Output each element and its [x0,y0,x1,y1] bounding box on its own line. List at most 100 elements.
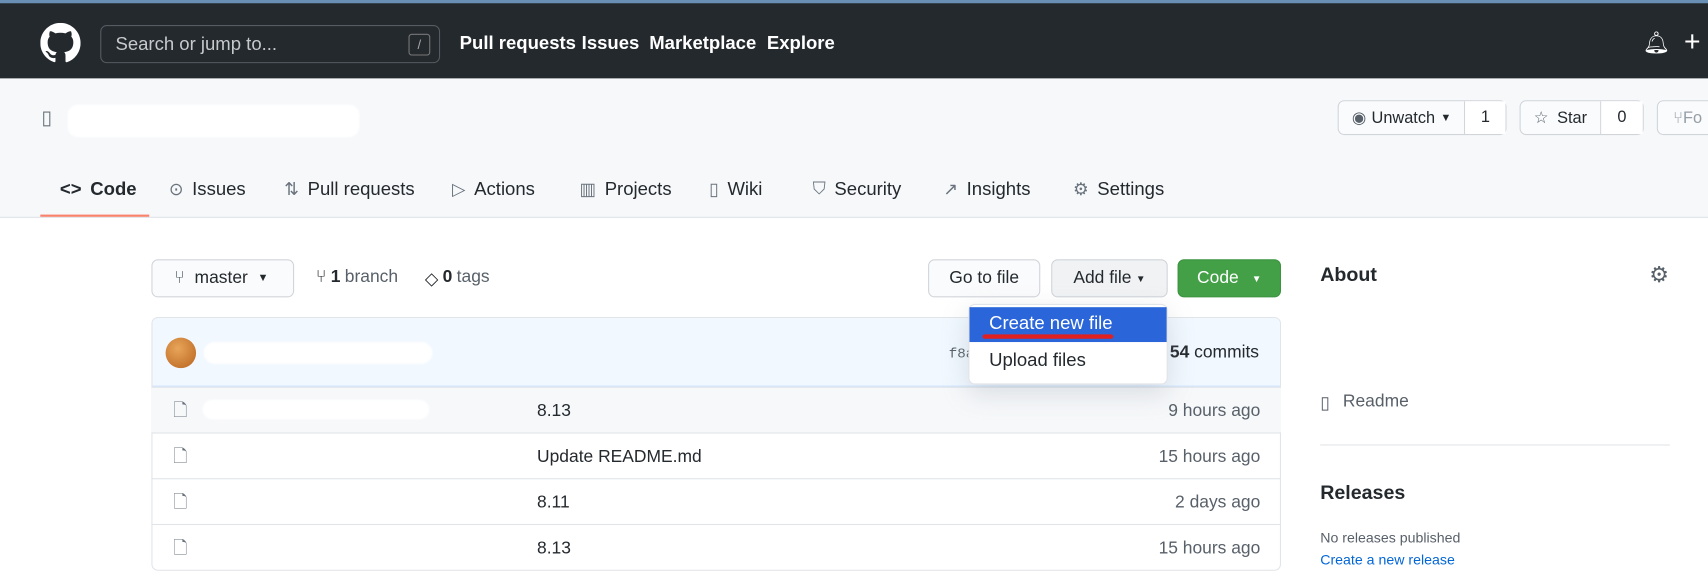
tab-pull-requests[interactable]: ⇅ Pull requests [284,179,414,201]
caret-down-icon: ▼ [1440,111,1452,124]
annotation-underline [982,334,1114,339]
bell-icon[interactable]: 🔔︎ [1643,29,1671,56]
watch-count[interactable]: 1 [1465,101,1506,134]
table-row[interactable]: 🗋 Update README.md 15 hours ago [151,432,1282,478]
branch-count: 1 [330,267,341,287]
tab-security[interactable]: ⛉ Security [813,179,902,201]
nav-pull-requests[interactable]: Pull requests [460,33,576,55]
star-button-group: ☆ Star 0 [1519,100,1644,136]
avatar[interactable] [165,337,197,369]
file-name-redacted[interactable] [202,399,430,420]
tab-label: Projects [604,178,672,200]
nav-marketplace[interactable]: Marketplace [649,33,756,55]
create-release-link[interactable]: Create a new release [1320,551,1455,567]
no-releases-text: No releases published [1320,529,1461,546]
commit-label: commits [1194,343,1260,362]
code-icon: <> [59,178,82,200]
commit-message[interactable]: 8.13 [537,539,571,559]
commits-link[interactable]: 54 commits [1170,343,1259,363]
page: Search or jump to... / Pull requests Issu… [0,0,1708,578]
search-input[interactable]: Search or jump to... / [100,25,441,64]
commit-message[interactable]: 8.11 [537,493,570,513]
commit-time: 15 hours ago [1158,447,1261,467]
gear-icon: ⚙ [1072,180,1089,200]
branch-icon: ⑂ [174,268,185,288]
commit-time: 2 days ago [1175,493,1261,512]
tab-label: Wiki [727,178,763,200]
nav-issues[interactable]: Issues [582,33,640,55]
active-tab-underline [40,214,150,217]
star-button[interactable]: ☆ Star [1521,101,1602,134]
book-icon: ▯ [1320,394,1330,413]
tab-label: Pull requests [307,178,415,200]
gear-icon[interactable]: ⚙ [1649,261,1669,288]
book-icon: ▯ [709,180,719,200]
commit-time: 15 hours ago [1158,539,1261,558]
add-file-button[interactable]: Add file ▼ [1051,259,1168,298]
star-count[interactable]: 0 [1601,101,1643,134]
plus-icon[interactable]: + [1684,25,1701,59]
commit-message[interactable]: 8.13 [537,402,571,422]
tab-label: Actions [474,178,535,200]
branch-label: branch [344,267,399,287]
commit-message[interactable]: Update README.md [537,448,702,468]
tab-issues[interactable]: ⊙ Issues [169,179,246,201]
top-header: Search or jump to... / Pull requests Issu… [0,0,1708,79]
go-to-file-button[interactable]: Go to file [928,259,1041,298]
unwatch-label: Unwatch [1371,108,1436,127]
table-row[interactable]: 🗋 8.13 9 hours ago [151,386,1282,433]
tab-label: Code [90,178,137,200]
graph-icon: ↗ [943,180,958,200]
search-placeholder: Search or jump to... [115,33,278,55]
tag-label: tags [456,267,490,287]
add-file-label: Add file [1073,268,1132,288]
caret-down-icon: ▼ [1251,272,1262,284]
star-label: Star [1557,108,1588,127]
fork-icon: ⑂ [1673,108,1683,127]
tab-wiki[interactable]: ▯ Wiki [709,179,762,201]
tab-settings[interactable]: ⚙ Settings [1073,179,1164,201]
shield-icon: ⛉ [812,179,826,199]
fork-button[interactable]: ⑂ Fo [1656,100,1708,136]
tab-projects[interactable]: ▥ Projects [580,179,672,201]
branch-select[interactable]: ⑂ master ▼ [151,259,295,298]
nav-explore[interactable]: Explore [767,33,835,55]
pull-request-icon: ⇅ [284,180,299,200]
eye-icon: ◉ [1351,108,1367,128]
branches-link[interactable]: ⑂ 1 branch [316,268,398,288]
watch-button-group: ◉ Unwatch ▼ 1 [1337,100,1507,136]
table-row[interactable]: 🗋 8.13 15 hours ago [151,523,1282,570]
code-label: Code [1197,268,1239,288]
tab-code[interactable]: <> Code [60,179,137,201]
code-button[interactable]: Code ▼ [1177,259,1282,298]
file-icon: 🗋 [173,539,188,558]
unwatch-button[interactable]: ◉ Unwatch ▼ [1339,101,1466,134]
releases-heading[interactable]: Releases [1320,481,1405,504]
tags-link[interactable]: ◇ 0 tags [425,268,490,290]
github-logo-icon[interactable] [40,22,81,63]
tab-insights[interactable]: ↗ Insights [943,179,1030,201]
menu-item-upload-files[interactable]: Upload files [969,344,1166,379]
tab-label: Issues [192,178,246,200]
tab-actions[interactable]: ▷ Actions [452,179,535,201]
readme-link[interactable]: ▯ Readme [1320,392,1409,414]
caret-down-icon: ▼ [1135,272,1146,284]
commit-count: 54 [1169,343,1190,362]
tab-label: Settings [1097,178,1165,200]
tab-label: Insights [966,178,1031,200]
star-icon: ☆ [1533,108,1549,128]
branch-icon: ⑂ [315,267,327,287]
tag-count: 0 [442,267,453,287]
file-icon: 🗋 [173,493,188,512]
branch-name: master [194,268,248,288]
repo-icon: ▯ [41,106,53,129]
caret-down-icon: ▼ [257,272,269,285]
commit-author-redacted [203,342,433,364]
file-icon: 🗋 [173,401,188,421]
tab-label: Security [834,178,902,200]
table-row[interactable]: 🗋 8.11 2 days ago [151,478,1282,524]
divider [1320,444,1670,446]
readme-label: Readme [1342,392,1409,411]
issue-icon: ⊙ [168,180,184,200]
project-icon: ▥ [579,180,596,200]
